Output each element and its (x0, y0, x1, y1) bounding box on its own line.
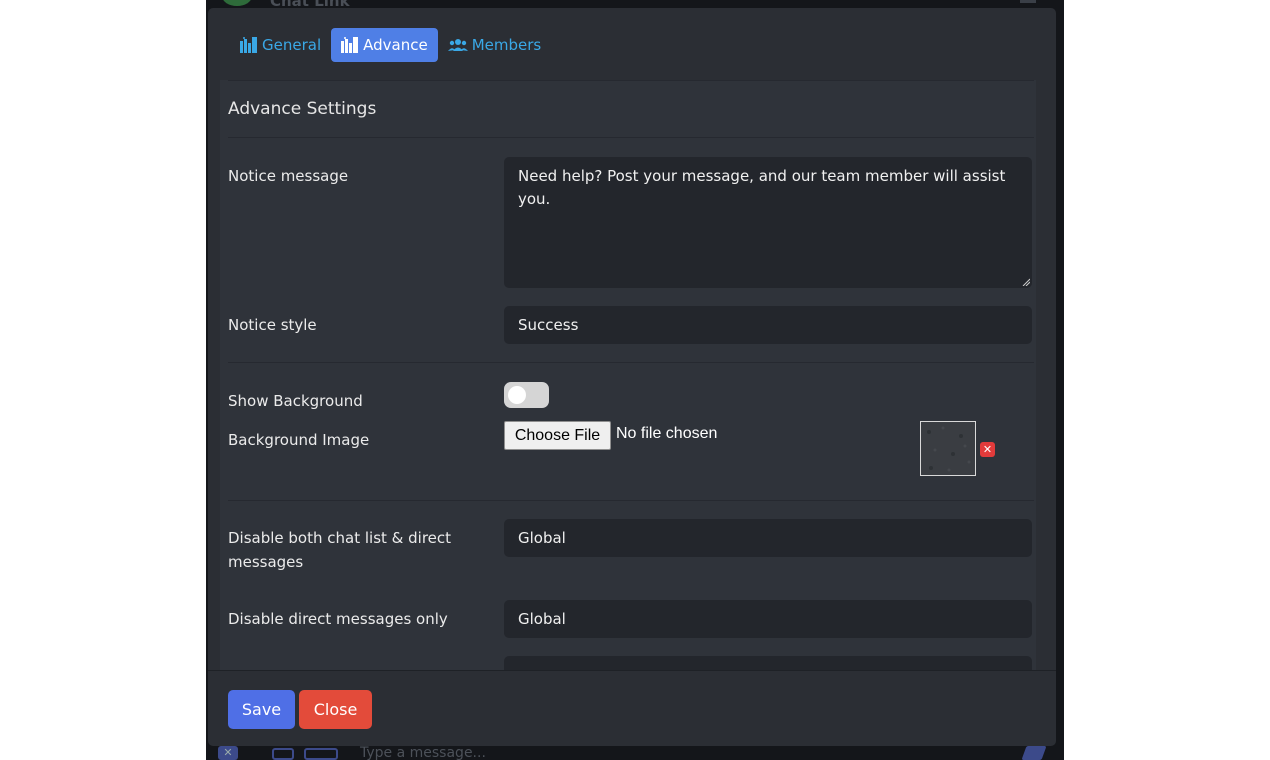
show-background-label: Show Background (228, 392, 363, 410)
users-icon (447, 39, 468, 51)
settings-body[interactable]: Advance Settings Notice message Need hel… (208, 80, 1056, 670)
tab-members-label: Members (471, 36, 542, 54)
tab-general[interactable]: General (230, 28, 331, 62)
settings-modal: General Advance Members Advance Settings… (208, 8, 1056, 746)
save-button[interactable]: Save (228, 690, 295, 729)
show-background-toggle[interactable] (504, 382, 549, 408)
file-status-text: No file chosen (616, 425, 718, 442)
disable-direct-value: Global (518, 610, 566, 628)
background-emoji-icon (272, 748, 294, 760)
section-title: Advance Settings (228, 99, 377, 119)
background-image-thumbnail (920, 421, 976, 476)
background-avatar (222, 0, 252, 6)
book-shelf-icon (341, 37, 359, 53)
background-close-icon: ✕ (218, 746, 238, 760)
disable-direct-label: Disable direct messages only (228, 610, 448, 628)
notice-style-select[interactable]: Success (504, 306, 1032, 344)
modal-footer: Save Close (208, 670, 1056, 746)
notice-style-value: Success (518, 316, 579, 334)
disable-direct-select[interactable]: Global (504, 600, 1032, 638)
next-setting-select[interactable] (504, 656, 1032, 670)
notice-message-text: Need help? Post your message, and our te… (518, 167, 1006, 208)
divider (228, 362, 1034, 363)
tab-bar: General Advance Members (230, 28, 551, 62)
remove-image-icon[interactable]: ✕ (980, 442, 995, 457)
disable-both-select[interactable]: Global (504, 519, 1032, 557)
notice-message-textarea[interactable]: Need help? Post your message, and our te… (504, 157, 1032, 288)
toggle-knob (508, 386, 526, 404)
background-attach-icon (304, 748, 338, 760)
close-button[interactable]: Close (299, 690, 372, 729)
tab-advance[interactable]: Advance (331, 28, 438, 62)
advance-settings-panel: Advance Settings Notice message Need hel… (220, 80, 1036, 670)
background-image-label: Background Image (228, 431, 370, 449)
background-message-input: Type a message... (360, 745, 486, 760)
book-shelf-icon (240, 37, 257, 53)
background-composer: ✕ Type a message... (206, 744, 1064, 760)
notice-message-label: Notice message (228, 167, 349, 185)
tab-advance-label: Advance (363, 36, 428, 54)
background-menu-icon (1020, 0, 1036, 3)
divider (228, 500, 1034, 501)
tab-general-label: General (262, 36, 322, 54)
disable-both-value: Global (518, 529, 566, 547)
disable-both-label: Disable both chat list & direct messages (228, 529, 452, 571)
section-header: Advance Settings (228, 80, 1034, 138)
background-send-icon (1021, 746, 1047, 760)
choose-file-button[interactable]: Choose File (504, 421, 611, 450)
notice-style-label: Notice style (228, 316, 317, 334)
tab-members[interactable]: Members (438, 28, 552, 62)
resize-handle-icon[interactable] (1022, 278, 1030, 286)
